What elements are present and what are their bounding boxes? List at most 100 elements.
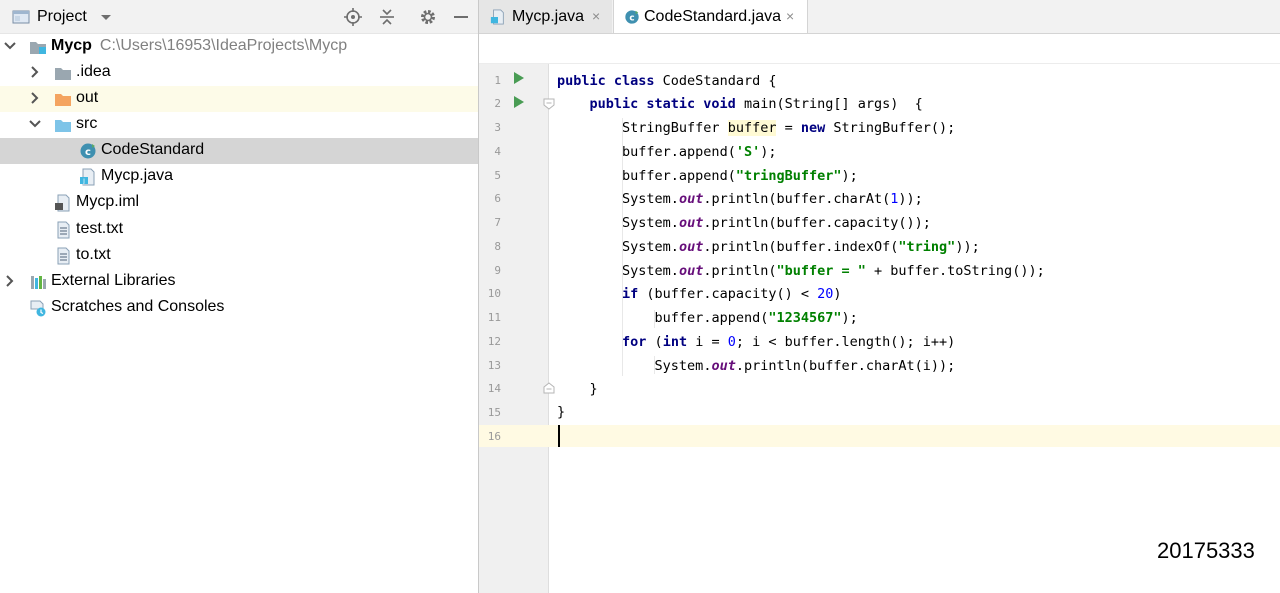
fold-end-icon[interactable] xyxy=(543,382,555,394)
code-line-3: StringBuffer buffer = new StringBuffer()… xyxy=(622,120,956,136)
tab-codestandard-java[interactable]: c CodeStandard.java × xyxy=(613,0,808,33)
line-number: 15 xyxy=(487,406,501,419)
current-line-highlight xyxy=(479,425,1280,447)
tree-item-label: Mycp.java xyxy=(101,167,174,184)
java-file-icon: J xyxy=(80,168,95,186)
fold-collapse-icon[interactable] xyxy=(543,98,555,110)
tree-item-label: test.txt xyxy=(76,220,124,237)
settings-gear-icon[interactable] xyxy=(418,7,438,27)
project-view-icon xyxy=(12,9,30,30)
editor-tab-bar: Mycp.java × c CodeStandard.java × xyxy=(479,0,1280,34)
project-view-selector[interactable]: Project xyxy=(37,8,87,26)
module-folder-icon xyxy=(30,42,46,54)
code-line-8: System.out.println(buffer.indexOf("tring… xyxy=(622,239,980,255)
code-line-11: buffer.append("1234567"); xyxy=(654,310,858,326)
tree-item-out[interactable]: out xyxy=(0,86,478,112)
tab-label: CodeStandard.java xyxy=(644,8,781,25)
chevron-down-icon[interactable] xyxy=(3,39,17,53)
java-file-icon xyxy=(490,9,504,25)
run-icon[interactable] xyxy=(513,71,525,85)
line-number: 10 xyxy=(487,287,501,300)
line-number: 7 xyxy=(494,216,501,229)
line-number: 14 xyxy=(487,382,501,395)
tree-item-test-txt[interactable]: test.txt xyxy=(0,217,478,243)
svg-text:c: c xyxy=(629,14,634,24)
code-line-9: System.out.println("buffer = " + buffer.… xyxy=(622,263,1045,279)
svg-text:J: J xyxy=(82,178,85,185)
text-file-icon xyxy=(57,247,70,265)
code-line-6: System.out.println(buffer.charAt(1)); xyxy=(622,191,923,207)
java-class-icon: c xyxy=(80,143,96,159)
line-number: 4 xyxy=(494,145,501,158)
project-path: C:\Users\16953\IdeaProjects\Mycp xyxy=(99,37,348,54)
tree-item-mycp-java[interactable]: J Mycp.java xyxy=(0,164,478,190)
code-line-15: } xyxy=(557,404,566,420)
tree-item-codestandard[interactable]: c CodeStandard xyxy=(0,138,478,164)
svg-text:c: c xyxy=(85,147,91,158)
dropdown-arrow-icon[interactable] xyxy=(96,8,116,28)
text-file-icon xyxy=(57,221,70,239)
run-icon[interactable] xyxy=(513,95,525,109)
line-number: 11 xyxy=(487,311,501,324)
code-line-1: public class CodeStandard { xyxy=(557,73,777,89)
libraries-icon xyxy=(31,276,46,289)
line-number: 2 xyxy=(494,97,501,110)
scratches-icon xyxy=(30,300,46,317)
tree-item-label: External Libraries xyxy=(51,272,176,289)
iml-file-icon xyxy=(55,194,70,212)
hide-icon[interactable] xyxy=(451,7,471,27)
line-number: 8 xyxy=(494,240,501,253)
line-number: 3 xyxy=(494,121,501,134)
editor-gutter[interactable] xyxy=(479,64,549,593)
chevron-right-icon[interactable] xyxy=(28,91,42,105)
tree-item-scratches[interactable]: Scratches and Consoles xyxy=(0,295,478,321)
java-class-icon: c xyxy=(625,10,639,24)
tree-item-label: Scratches and Consoles xyxy=(51,298,225,315)
chevron-right-icon[interactable] xyxy=(3,274,17,288)
code-line-14: } xyxy=(589,381,598,397)
code-line-12: for (int i = 0; i < buffer.length(); i++… xyxy=(622,334,956,350)
tree-item-label: CodeStandard xyxy=(101,141,205,158)
code-line-13: System.out.println(buffer.charAt(i)); xyxy=(654,358,956,374)
tree-item-label: src xyxy=(76,115,98,132)
tree-item-label: Mycp xyxy=(51,37,92,54)
line-number: 1 xyxy=(494,74,501,87)
tree-item-external-libraries[interactable]: External Libraries xyxy=(0,269,478,295)
code-line-2: public static void main(String[] args) { xyxy=(589,96,923,112)
close-icon[interactable]: × xyxy=(786,8,794,24)
tree-item-mycp[interactable]: Mycp C:\Users\16953\IdeaProjects\Mycp xyxy=(0,34,478,60)
chevron-right-icon[interactable] xyxy=(28,65,42,79)
source-folder-icon xyxy=(55,120,71,132)
close-icon[interactable]: × xyxy=(592,8,600,24)
line-number: 13 xyxy=(487,359,501,372)
tree-item-label: out xyxy=(76,89,99,106)
tab-label: Mycp.java xyxy=(512,8,585,25)
tree-item-mycp-iml[interactable]: Mycp.iml xyxy=(0,190,478,216)
code-line-5: buffer.append("tringBuffer"); xyxy=(622,168,858,184)
tree-item-label: Mycp.iml xyxy=(76,193,140,210)
line-number: 9 xyxy=(494,264,501,277)
code-line-4: buffer.append('S'); xyxy=(622,144,777,160)
tree-item-src[interactable]: src xyxy=(0,112,478,138)
folder-icon xyxy=(55,68,71,80)
tree-item-label: .idea xyxy=(76,63,111,80)
chevron-down-icon[interactable] xyxy=(28,117,42,131)
code-line-10: if (buffer.capacity() < 20) xyxy=(622,286,842,302)
line-number: 12 xyxy=(487,335,501,348)
line-number: 5 xyxy=(494,169,501,182)
tree-item-idea[interactable]: .idea xyxy=(0,60,478,86)
tree-item-label: to.txt xyxy=(76,246,111,263)
tree-item-to-txt[interactable]: to.txt xyxy=(0,243,478,269)
project-header: Project xyxy=(0,0,478,34)
editor-breadcrumb-bar xyxy=(479,34,1280,64)
locate-icon[interactable] xyxy=(343,7,363,27)
project-tool-window: Project Mycp C:\Users\16953\IdeaProjects\… xyxy=(0,0,478,593)
watermark-student-id: 20175333 xyxy=(1157,538,1255,563)
tab-mycp-java[interactable]: Mycp.java × xyxy=(479,0,612,33)
code-line-7: System.out.println(buffer.capacity()); xyxy=(622,215,931,231)
excluded-folder-icon xyxy=(55,94,71,106)
text-caret xyxy=(558,425,560,447)
collapse-all-icon[interactable] xyxy=(377,7,397,27)
line-number: 16 xyxy=(487,430,501,443)
line-number: 6 xyxy=(494,192,501,205)
